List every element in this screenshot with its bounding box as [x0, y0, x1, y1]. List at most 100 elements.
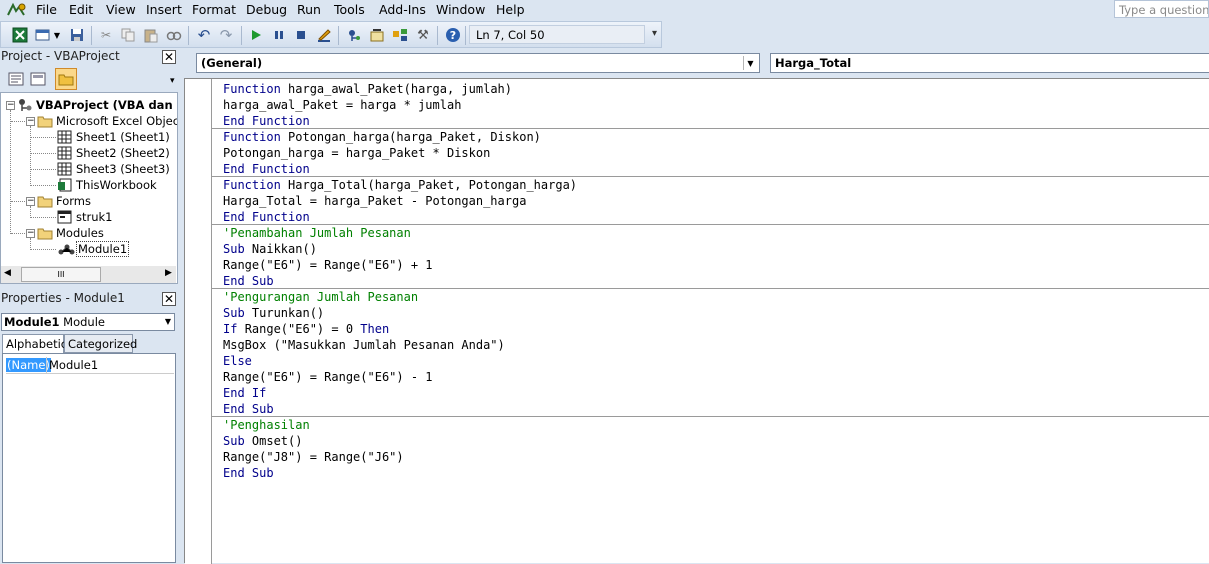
insert-userform-icon[interactable] [34, 26, 52, 44]
menu-help[interactable]: Help [496, 2, 525, 17]
code-line[interactable]: Else [223, 353, 577, 369]
properties-object-select[interactable]: Module1 Module ▼ [1, 313, 175, 331]
paste-icon[interactable] [142, 26, 160, 44]
code-editor[interactable]: Function harga_awal_Paket(harga, jumlah)… [184, 78, 1209, 564]
code-line[interactable]: End If [223, 385, 577, 401]
save-icon[interactable] [68, 26, 86, 44]
view-code-icon[interactable] [7, 70, 25, 88]
collapse-icon[interactable]: − [6, 101, 15, 110]
tree-item[interactable]: Microsoft Excel Objects [37, 113, 177, 129]
properties-icon[interactable] [368, 26, 386, 44]
code-line[interactable]: Range("E6") = Range("E6") + 1 [223, 257, 577, 273]
property-row[interactable]: (Name) Module1 [6, 357, 174, 374]
design-mode-icon[interactable] [315, 26, 333, 44]
toolbar-options-icon[interactable]: ▾ [652, 28, 657, 39]
undo-icon[interactable]: ↶ [195, 26, 213, 44]
scroll-left-icon[interactable]: ◀ [4, 268, 11, 278]
code-line[interactable]: End Function [223, 161, 577, 177]
menu-tools[interactable]: Tools [334, 2, 365, 17]
code-comment: 'Penambahan Jumlah Pesanan [223, 226, 411, 240]
code-line[interactable]: End Function [223, 113, 577, 129]
code-line[interactable]: MsgBox ("Masukkan Jumlah Pesanan Anda") [223, 337, 577, 353]
excel-icon[interactable] [11, 26, 29, 44]
tree-item[interactable]: Forms [37, 193, 91, 209]
project-explorer-icon[interactable] [345, 26, 363, 44]
property-value[interactable]: Module1 [49, 358, 98, 372]
help-icon[interactable]: ? [444, 26, 462, 44]
project-toolbar-options-icon[interactable]: ▾ [170, 76, 175, 86]
code-line[interactable]: End Sub [223, 273, 577, 289]
menu-file[interactable]: File [36, 2, 57, 17]
code-line[interactable]: Function Harga_Total(harga_Paket, Potong… [223, 177, 577, 193]
tree-item[interactable]: ThisWorkbook [57, 177, 157, 193]
tree-item[interactable]: Module1 [57, 241, 130, 257]
code-text[interactable]: Function harga_awal_Paket(harga, jumlah)… [223, 81, 577, 481]
code-line[interactable]: Harga_Total = harga_Paket - Potongan_har… [223, 193, 577, 209]
code-line[interactable]: Sub Omset() [223, 433, 577, 449]
menu-edit[interactable]: Edit [69, 2, 93, 17]
menu-run[interactable]: Run [297, 2, 321, 17]
tab-categorized[interactable]: Categorized [64, 334, 137, 353]
code-line[interactable]: End Sub [223, 465, 577, 481]
code-line[interactable]: Sub Turunkan() [223, 305, 577, 321]
procedure-separator [212, 416, 1209, 417]
toggle-folders-icon[interactable] [55, 68, 77, 90]
project-tree-horizontal-scrollbar[interactable]: ◀ III ▶ [1, 266, 176, 283]
project-toolbar: ▾ [0, 66, 178, 93]
redo-icon[interactable]: ↷ [217, 26, 235, 44]
code-line[interactable]: Sub Naikkan() [223, 241, 577, 257]
scroll-right-icon[interactable]: ▶ [165, 268, 172, 278]
toolbox-icon[interactable]: ⚒ [414, 26, 432, 44]
scroll-thumb[interactable]: III [21, 267, 101, 282]
code-line[interactable]: 'Pengurangan Jumlah Pesanan [223, 289, 577, 305]
properties-pane-close-icon[interactable]: ✕ [162, 292, 176, 306]
code-line[interactable]: Function harga_awal_Paket(harga, jumlah) [223, 81, 577, 97]
cut-icon[interactable]: ✂ [97, 26, 115, 44]
help-question-input[interactable]: Type a question f [1114, 0, 1209, 18]
menu-view[interactable]: View [106, 2, 136, 17]
menu-insert[interactable]: Insert [146, 2, 182, 17]
collapse-icon[interactable]: − [26, 117, 35, 126]
object-combo[interactable]: (General) ▼ [196, 53, 760, 73]
tree-item[interactable]: Sheet2 (Sheet2) [57, 145, 170, 161]
margin-indicator-bar[interactable] [185, 79, 212, 564]
code-line[interactable]: harga_awal_Paket = harga * jumlah [223, 97, 577, 113]
code-line[interactable]: If Range("E6") = 0 Then [223, 321, 577, 337]
tree-item[interactable]: Sheet3 (Sheet3) [57, 161, 170, 177]
code-line[interactable]: 'Penambahan Jumlah Pesanan [223, 225, 577, 241]
menu-add-ins[interactable]: Add-Ins [379, 2, 426, 17]
menu-format[interactable]: Format [192, 2, 236, 17]
procedure-combo[interactable]: Harga_Total [770, 53, 1209, 73]
code-line[interactable]: End Sub [223, 401, 577, 417]
tree-item[interactable]: Modules [37, 225, 104, 241]
project-pane-close-icon[interactable]: ✕ [162, 50, 176, 64]
vba-app-icon[interactable] [6, 2, 28, 18]
code-line[interactable]: Function Potongan_harga(harga_Paket, Dis… [223, 129, 577, 145]
code-line[interactable]: Range("E6") = Range("E6") - 1 [223, 369, 577, 385]
code-line[interactable]: End Function [223, 209, 577, 225]
code-line[interactable]: Potongan_harga = harga_Paket * Diskon [223, 145, 577, 161]
code-keyword: Sub [223, 242, 252, 256]
copy-icon[interactable] [119, 26, 137, 44]
find-icon[interactable] [165, 26, 183, 44]
insert-dropdown-icon[interactable]: ▼ [52, 26, 62, 44]
break-icon[interactable] [270, 26, 288, 44]
tab-alphabetic[interactable]: Alphabetic [2, 334, 67, 353]
menu-debug[interactable]: Debug [246, 2, 287, 17]
object-browser-icon[interactable] [391, 26, 409, 44]
code-line[interactable]: 'Penghasilan [223, 417, 577, 433]
view-object-icon[interactable] [29, 70, 47, 88]
chevron-down-icon[interactable]: ▼ [165, 317, 171, 326]
run-icon[interactable] [247, 26, 265, 44]
code-token: harga_awal_Paket = harga * jumlah [223, 98, 462, 112]
menu-window[interactable]: Window [436, 2, 485, 17]
collapse-icon[interactable]: − [26, 229, 35, 238]
tree-item[interactable]: Sheet1 (Sheet1) [57, 129, 170, 145]
code-token: MsgBox ("Masukkan Jumlah Pesanan Anda") [223, 338, 505, 352]
reset-icon[interactable] [292, 26, 310, 44]
tree-item[interactable]: struk1 [57, 209, 113, 225]
code-line[interactable]: Range("J8") = Range("J6") [223, 449, 577, 465]
chevron-down-icon[interactable]: ▼ [743, 56, 757, 70]
tree-item[interactable]: VBAProject (VBA dan Ma [17, 97, 177, 113]
collapse-icon[interactable]: − [26, 197, 35, 206]
